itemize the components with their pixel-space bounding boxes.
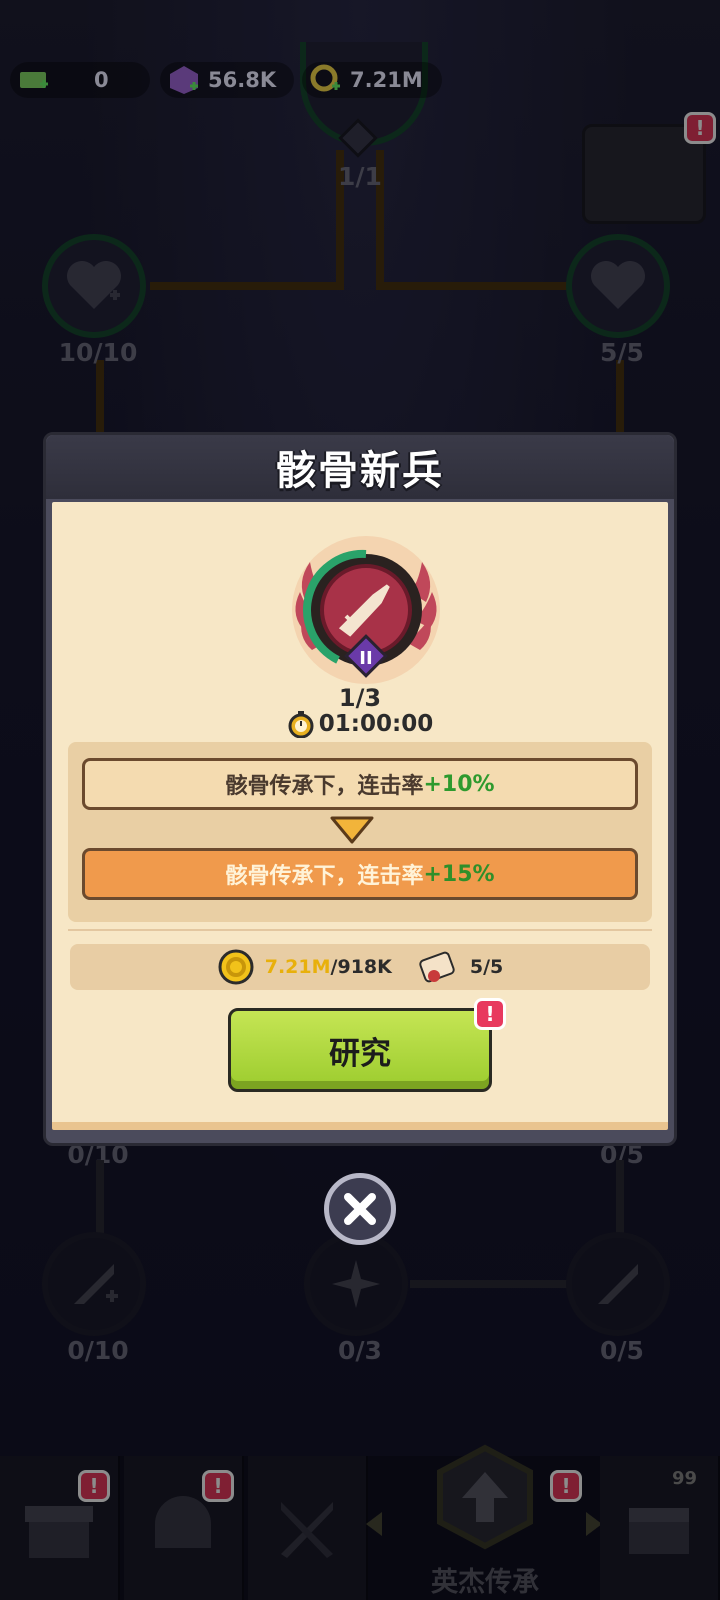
effect-bonus: +15% — [423, 861, 495, 887]
close-button[interactable] — [324, 1173, 396, 1245]
close-icon — [344, 1193, 376, 1225]
currency-bar: 0 56.8K 7.21M — [0, 62, 720, 102]
modal-body: II 1/3 01:00:00 骸骨传承下，连击率 +10% 骸骨传承下，连击率 +… — [52, 502, 668, 1130]
research-modal: 骸骨新兵 II 1/3 01:00:00 骸骨传承下，连击率 +10% 骸骨传承… — [43, 432, 677, 1146]
effect-text: 骸骨传承下，连击率 — [225, 774, 424, 799]
research-cost: 7.21M/918K 5/5 — [70, 944, 650, 990]
divider — [68, 929, 652, 931]
modal-header: 骸骨新兵 — [46, 435, 674, 499]
skill-emblem: II — [292, 536, 440, 684]
gold-coin-icon — [218, 949, 254, 985]
arrow-down-icon — [330, 816, 374, 844]
purple-gem-icon — [170, 66, 198, 94]
currency-gold[interactable]: 7.21M — [302, 62, 442, 98]
stopwatch-icon — [288, 711, 314, 738]
cash-icon — [20, 72, 48, 88]
modal-title: 骸骨新兵 — [276, 448, 444, 494]
cost-gold: 7.21M/918K — [264, 956, 392, 978]
research-button[interactable]: 研究 — [228, 1008, 492, 1092]
timer-value: 01:00:00 — [318, 711, 434, 737]
cost-scroll: 5/5 — [469, 956, 504, 978]
effect-comparison: 骸骨传承下，连击率 +10% 骸骨传承下，连击率 +15% — [68, 742, 652, 922]
currency-gem[interactable]: 56.8K — [160, 62, 294, 98]
current-effect: 骸骨传承下，连击率 +10% — [82, 758, 638, 810]
svg-text:II: II — [359, 648, 372, 669]
research-button-label: 研究 — [329, 1035, 391, 1072]
next-effect: 骸骨传承下，连击率 +15% — [82, 848, 638, 900]
research-badge: ! — [474, 998, 506, 1030]
research-timer: 01:00:00 — [52, 710, 668, 738]
effect-bonus: +10% — [423, 771, 495, 797]
effect-text: 骸骨传承下，连击率 — [225, 864, 424, 889]
currency-cash[interactable]: 0 — [10, 62, 150, 98]
gold-key-icon — [310, 64, 340, 92]
skill-level: 1/3 — [338, 684, 382, 712]
scroll-icon — [419, 951, 455, 983]
